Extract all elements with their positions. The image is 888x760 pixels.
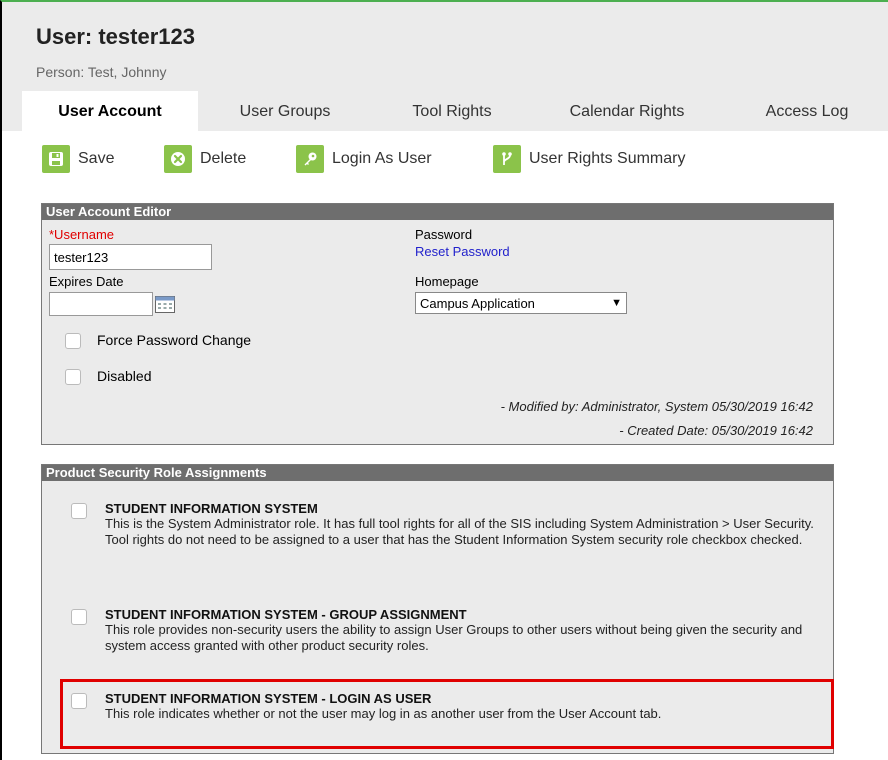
created-date-text: - Created Date: 05/30/2019 16:42: [619, 423, 813, 438]
role-sis-title: STUDENT INFORMATION SYSTEM: [105, 501, 318, 516]
role-group-assignment-checkbox[interactable]: [71, 609, 87, 625]
editor-heading: User Account Editor: [42, 204, 833, 220]
save-label: Save: [78, 150, 115, 167]
login-as-user-button[interactable]: Login As User: [296, 144, 432, 174]
key-icon: [296, 145, 324, 173]
role-sis-description: This is the System Administrator role. I…: [105, 516, 814, 547]
homepage-select[interactable]: Campus Application ▼: [415, 292, 627, 314]
page-subtitle: Person: Test, Johnny: [36, 64, 167, 80]
username-input[interactable]: [49, 244, 212, 270]
tab-calendar-rights[interactable]: Calendar Rights: [542, 91, 712, 131]
username-label: *Username: [49, 227, 115, 242]
modified-by-text: - Modified by: Administrator, System 05/…: [500, 399, 813, 414]
highlight-box: [60, 679, 834, 749]
login-as-user-label: Login As User: [332, 150, 432, 167]
delete-icon: [164, 145, 192, 173]
save-icon: [42, 145, 70, 173]
branch-icon: [493, 145, 521, 173]
role-group-assignment-title: STUDENT INFORMATION SYSTEM - GROUP ASSIG…: [105, 607, 467, 622]
delete-button[interactable]: Delete: [164, 144, 246, 174]
tab-access-log[interactable]: Access Log: [742, 91, 872, 131]
app-frame: User: tester123 Person: Test, Johnny Use…: [0, 0, 888, 760]
password-label: Password: [415, 227, 473, 242]
homepage-selected-value: Campus Application: [420, 295, 535, 311]
tab-user-groups[interactable]: User Groups: [210, 91, 360, 131]
force-password-change-checkbox[interactable]: [65, 333, 81, 349]
expires-date-input[interactable]: [49, 292, 153, 316]
delete-label: Delete: [200, 150, 247, 167]
tab-tool-rights[interactable]: Tool Rights: [382, 91, 522, 131]
calendar-icon[interactable]: [154, 294, 176, 314]
tab-user-account[interactable]: User Account: [22, 91, 198, 131]
role-group-assignment-item: STUDENT INFORMATION SYSTEM - GROUP ASSIG…: [105, 607, 825, 654]
save-button[interactable]: Save: [42, 144, 114, 174]
role-sis-checkbox[interactable]: [71, 503, 87, 519]
role-assignments-heading: Product Security Role Assignments: [42, 465, 833, 481]
page-title: User: tester123: [36, 24, 195, 49]
homepage-label: Homepage: [415, 274, 479, 289]
user-rights-summary-label: User Rights Summary: [529, 150, 686, 167]
disabled-label: Disabled: [97, 368, 152, 384]
user-rights-summary-button[interactable]: User Rights Summary: [493, 144, 685, 174]
user-account-editor-panel: User Account Editor *Username Expires Da…: [41, 203, 834, 445]
tab-bar: User Account User Groups Tool Rights Cal…: [2, 91, 888, 131]
role-sis-item: STUDENT INFORMATION SYSTEM This is the S…: [105, 501, 825, 548]
expires-date-label: Expires Date: [49, 274, 124, 289]
main-content: Save Delete Login As User User Rights Su…: [2, 131, 888, 760]
disabled-checkbox[interactable]: [65, 369, 81, 385]
role-group-assignment-description: This role provides non-security users th…: [105, 622, 803, 653]
reset-password-link[interactable]: Reset Password: [415, 244, 510, 259]
force-password-change-label: Force Password Change: [97, 332, 252, 348]
page-header: User: tester123 Person: Test, Johnny: [2, 2, 888, 91]
dropdown-arrow-icon: ▼: [611, 297, 622, 309]
